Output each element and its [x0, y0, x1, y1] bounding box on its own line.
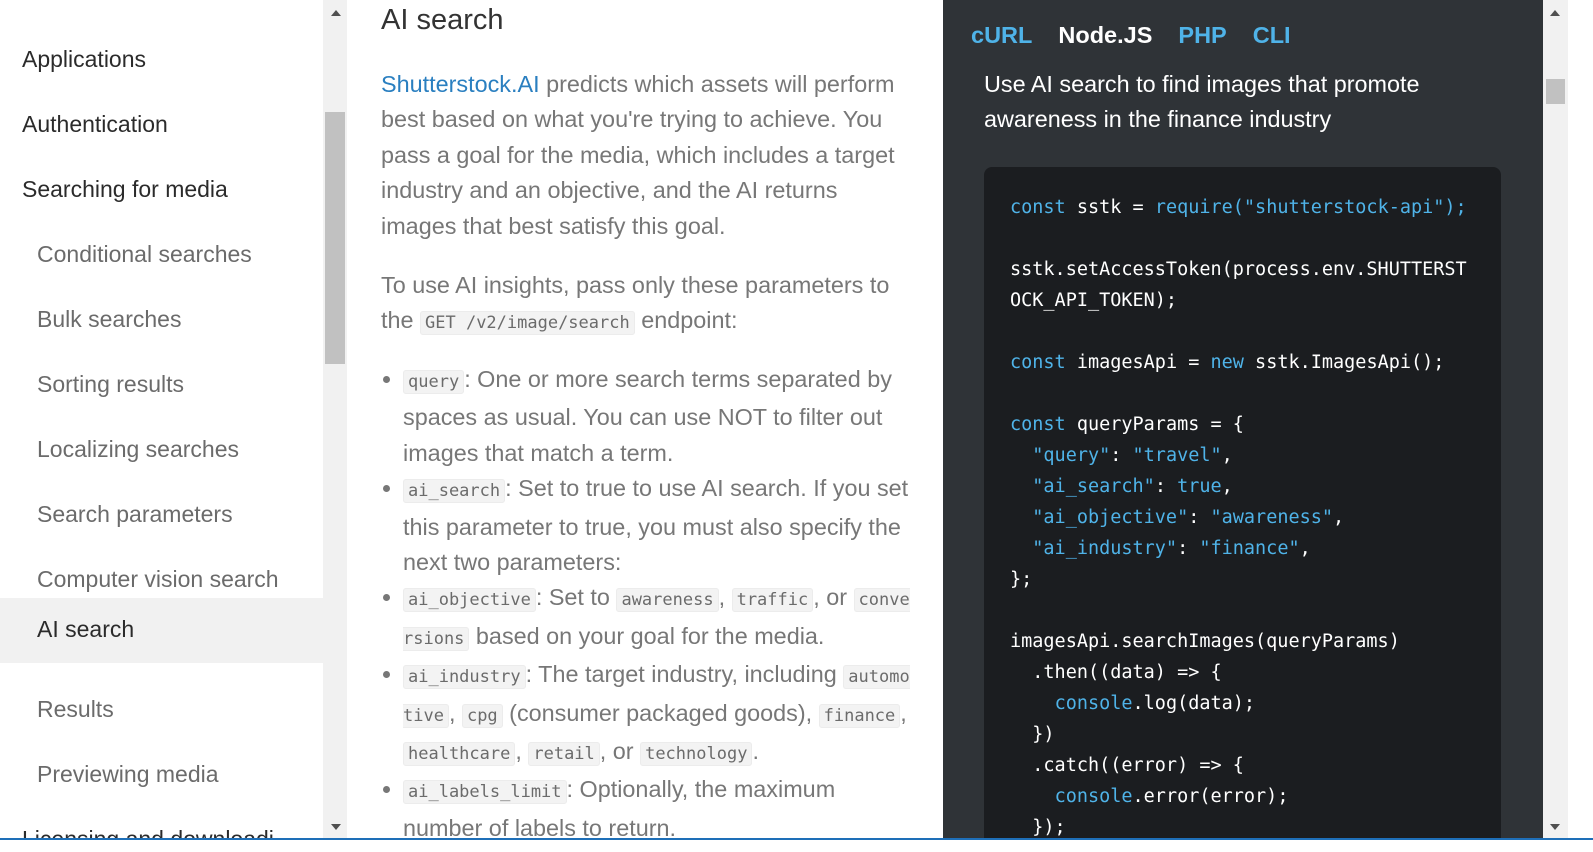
list-item: ai_labels_limit: Optionally, the maximum… — [381, 772, 911, 840]
string-literal: "finance" — [1199, 538, 1300, 559]
sidebar-item-authentication[interactable]: Authentication — [0, 80, 323, 145]
keyword: new — [1210, 352, 1244, 373]
param-code: ai_industry — [403, 665, 526, 690]
code-text: imagesApi = — [1065, 352, 1211, 373]
keyword: const — [1010, 352, 1066, 373]
param-description: based on your goal for the media. — [469, 622, 825, 649]
scroll-down-arrow-icon[interactable] — [331, 824, 341, 830]
sidebar-item-search-parameters[interactable]: Search parameters — [0, 470, 323, 535]
separator: , or — [599, 738, 641, 765]
tab-curl[interactable]: cURL — [971, 22, 1032, 49]
sidebar-item-ai-search[interactable]: AI search — [0, 598, 323, 663]
intro-paragraph: Shutterstock.AI predicts which assets wi… — [381, 67, 901, 244]
code-text: imagesApi.searchImages(queryParams) — [1010, 631, 1400, 652]
separator: . — [752, 738, 759, 765]
window-bottom-edge — [0, 838, 1593, 852]
list-item: ai_objective: Set to awareness, traffic,… — [381, 580, 911, 657]
param-description: : One or more search terms separated by … — [403, 366, 892, 466]
list-item: query: One or more search terms separate… — [381, 362, 911, 471]
code-text: OCK_API_TOKEN); — [1010, 290, 1178, 311]
function-name: require — [1154, 197, 1233, 218]
sidebar-item-licensing[interactable]: Licensing and downloadi… — [0, 795, 323, 840]
page-title: AI search — [381, 4, 504, 36]
param-description: (consumer packaged goods), — [502, 699, 819, 726]
param-code: ai_search — [403, 479, 506, 504]
language-tabs: cURL Node.JS PHP CLI — [971, 22, 1317, 49]
param-code: query — [403, 370, 465, 394]
scroll-up-arrow-icon[interactable] — [331, 10, 341, 16]
sidebar-item-localizing-searches[interactable]: Localizing searches — [0, 405, 323, 470]
value-code: awareness — [616, 588, 719, 613]
page-scrollbar-thumb[interactable] — [1546, 79, 1565, 104]
sidebar-item-results[interactable]: Results — [0, 665, 323, 730]
code-text: .error(error); — [1132, 786, 1289, 807]
code-text: sstk = — [1065, 197, 1155, 218]
string-literal: "ai_industry" — [1032, 538, 1178, 559]
shutterstock-ai-link[interactable]: Shutterstock.AI — [381, 71, 540, 97]
code-text: .then((data) => { — [1010, 662, 1222, 683]
scroll-down-arrow-icon[interactable] — [1550, 824, 1560, 830]
string-literal: "query" — [1032, 445, 1111, 466]
param-code: ai_objective — [403, 588, 536, 613]
sidebar-item-conditional-searches[interactable]: Conditional searches — [0, 210, 323, 275]
separator: , — [718, 584, 732, 611]
sidebar-item-applications[interactable]: Applications — [0, 15, 323, 80]
string-literal: "awareness" — [1210, 507, 1334, 528]
sidebar-scrollbar-thumb[interactable] — [325, 112, 345, 364]
value-code: healthcare — [403, 742, 516, 767]
list-item: ai_industry: The target industry, includ… — [381, 657, 911, 772]
usage-text-after: endpoint: — [634, 307, 738, 334]
window-gutter — [1568, 0, 1593, 840]
string-literal: "ai_objective" — [1032, 507, 1189, 528]
code-sample-description: Use AI search to find images that promot… — [984, 71, 1420, 133]
separator: , — [900, 699, 907, 726]
value-code: technology — [640, 742, 753, 767]
code-text: .catch((error) => { — [1010, 755, 1244, 776]
value-code: traffic — [731, 588, 814, 613]
page-scrollbar[interactable] — [1543, 0, 1568, 840]
code-text: .log(data); — [1132, 693, 1256, 714]
code-text: }); — [1010, 817, 1066, 838]
code-text: }; — [1010, 569, 1033, 590]
code-text: }) — [1010, 724, 1055, 745]
list-item: ai_search: Set to true to use AI search.… — [381, 471, 911, 580]
usage-paragraph: To use AI insights, pass only these para… — [381, 268, 901, 342]
tab-php[interactable]: PHP — [1178, 22, 1226, 49]
separator: , — [448, 699, 462, 726]
code-block[interactable]: const sstk = require("shutterstock-api")… — [984, 167, 1501, 840]
code-sample-panel: cURL Node.JS PHP CLI Use AI search to find … — [943, 0, 1543, 840]
identifier-console: console — [1054, 693, 1133, 714]
value-code: finance — [818, 703, 901, 728]
string-literal: "ai_search" — [1032, 476, 1155, 497]
scroll-up-arrow-icon[interactable] — [1550, 10, 1560, 16]
code-text: ("shutterstock-api"); — [1232, 197, 1467, 218]
separator: , — [515, 738, 529, 765]
tab-nodejs[interactable]: Node.JS — [1058, 22, 1152, 49]
parameter-list: query: One or more search terms separate… — [381, 362, 911, 840]
sidebar-item-bulk-searches[interactable]: Bulk searches — [0, 275, 323, 340]
code-text: sstk.ImagesApi(); — [1243, 352, 1445, 373]
sidebar-item-previewing-media[interactable]: Previewing media — [0, 730, 323, 795]
main-content: AI search Shutterstock.AI predicts which… — [347, 0, 943, 840]
sidebar-nav: Applications Authentication Searching fo… — [0, 0, 323, 840]
sidebar-item-sorting-results[interactable]: Sorting results — [0, 340, 323, 405]
keyword: true — [1177, 476, 1222, 497]
docs-page: Applications Authentication Searching fo… — [0, 0, 1593, 852]
sidebar-item-computer-vision-search[interactable]: Computer vision search — [0, 535, 323, 600]
sidebar-item-searching-for-media[interactable]: Searching for media — [0, 145, 323, 210]
param-code: ai_labels_limit — [403, 780, 567, 805]
value-code: cpg — [461, 703, 503, 728]
keyword: const — [1010, 414, 1066, 435]
code-text: queryParams = { — [1065, 414, 1244, 435]
tab-cli[interactable]: CLI — [1253, 22, 1291, 49]
param-description: : The target industry, including — [525, 661, 844, 688]
identifier-console: console — [1054, 786, 1133, 807]
endpoint-code: GET /v2/image/search — [420, 311, 635, 336]
separator: , or — [813, 584, 854, 611]
string-literal: "travel" — [1132, 445, 1222, 466]
keyword: const — [1010, 197, 1066, 218]
param-description: : Set to — [535, 584, 617, 611]
code-text: sstk.setAccessToken(process.env.SHUTTERS… — [1010, 259, 1467, 280]
value-code: retail — [528, 742, 600, 767]
